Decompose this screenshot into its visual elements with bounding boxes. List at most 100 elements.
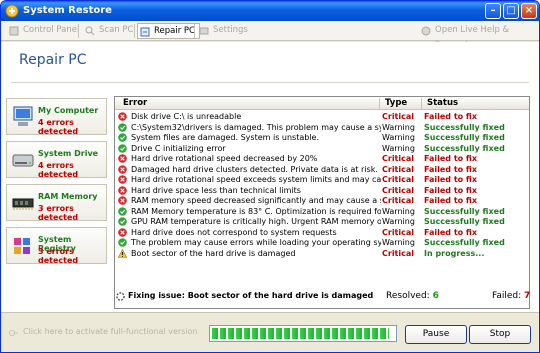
toolbar-repair-pc-label: Repair PC (154, 26, 195, 36)
row-status: Successfully fixed (424, 217, 505, 226)
toolbar-control-panel[interactable]: Control Panel (7, 23, 79, 39)
table-row[interactable]: Drive C initializing error Warning Success… (115, 143, 529, 154)
table-row[interactable]: The problem may cause errors while loadi… (115, 237, 529, 248)
category-my-computer[interactable]: My Computer 4 errors detected (6, 98, 107, 136)
failed-label: Failed: (492, 291, 522, 301)
spinner-icon (116, 292, 125, 301)
progress-fill (212, 328, 389, 339)
category-errors: 4 errors detected (38, 161, 79, 179)
check-icon (118, 143, 127, 153)
category-errors: 3 errors detected (38, 204, 79, 222)
check-icon (118, 217, 127, 226)
title-bar[interactable]: System Restore – □ × (1, 1, 539, 21)
pause-button[interactable]: Pause (405, 325, 467, 344)
row-status: Failed to fix (424, 196, 478, 205)
table-row[interactable]: C:\System32\drivers is damaged. This pro… (115, 122, 529, 133)
ram-icon (12, 198, 34, 210)
error-icon (118, 196, 127, 205)
toolbar-repair-pc[interactable]: Repair PC (137, 23, 200, 39)
row-status: Failed to fix (424, 185, 478, 195)
table-row[interactable]: Hard drive space less than technical lim… (115, 185, 529, 196)
table-row[interactable]: Hard drive does not correspond to system… (115, 227, 529, 238)
toolbar: Control Panel Scan PC Repair PC Settings… (1, 21, 539, 50)
table-row[interactable]: Boot sector of the hard drive is damaged… (115, 248, 529, 259)
table-row[interactable]: RAM Memory temperature is 83° C. Optimiz… (115, 206, 529, 217)
toolbar-help[interactable]: Open Live Help & Support (419, 23, 539, 50)
category-errors: 4 errors detected (38, 118, 79, 136)
bottom-bar: Click here to activate full-functional v… (1, 312, 539, 352)
row-error-text: Damaged hard drive clusters detected. Pr… (131, 164, 381, 174)
error-icon (118, 175, 127, 184)
app-icon (5, 4, 19, 18)
column-error[interactable]: Error (123, 98, 147, 108)
category-errors: 3 errors detected (38, 247, 79, 265)
table-row[interactable]: Hard drive rotational speed exceeds syst… (115, 174, 529, 185)
resolved-count: Resolved: 6 (386, 291, 439, 301)
row-type: Critical (382, 185, 415, 195)
failed-value: 7 (524, 291, 531, 301)
table-row[interactable]: GPU RAM temperature is critically high. … (115, 216, 529, 227)
row-status: Successfully fixed (424, 143, 505, 153)
row-error-text: GPU RAM temperature is critically high. … (131, 217, 381, 226)
hard-drive-icon (12, 154, 34, 167)
divider (11, 82, 529, 83)
help-icon (421, 26, 431, 36)
resolved-label: Resolved: (386, 291, 430, 301)
system-restore-window: System Restore – □ × Control Panel Scan … (0, 0, 540, 353)
table-row[interactable]: Disk drive C:\ is unreadable Critical Fail… (115, 111, 529, 122)
computer-icon (13, 106, 33, 126)
row-error-text: Hard drive rotational speed decreased by… (131, 154, 318, 163)
row-status: In progress... (424, 248, 485, 258)
row-error-text: The problem may cause errors while loadi… (131, 238, 381, 247)
errors-table: Error Type Status Disk drive C:\ is unre… (114, 96, 530, 309)
main-content: Repair PC My Computer 4 errors detected … (1, 42, 539, 312)
minimize-button[interactable]: – (485, 3, 501, 19)
toolbar-scan-pc[interactable]: Scan PC (83, 23, 133, 39)
row-type: Warning (382, 133, 415, 142)
row-error-text: Disk drive C:\ is unreadable (131, 112, 242, 121)
row-error-text: RAM Memory temperature is 83° C. Optimiz… (131, 206, 381, 216)
error-icon (118, 112, 127, 121)
toolbar-settings[interactable]: Settings (197, 23, 248, 39)
row-type: Warning (382, 122, 415, 132)
row-error-text: C:\System32\drivers is damaged. This pro… (131, 122, 381, 132)
row-type: Warning (382, 217, 415, 226)
table-row[interactable]: RAM memory speed decreased significantly… (115, 195, 529, 206)
warning-icon (118, 248, 127, 258)
stop-button[interactable]: Stop (469, 325, 531, 344)
category-system-drive[interactable]: System Drive 4 errors detected (6, 141, 107, 179)
row-error-text: Hard drive does not correspond to system… (131, 227, 337, 237)
column-type[interactable]: Type (385, 98, 407, 108)
row-status: Successfully fixed (424, 238, 505, 247)
maximize-button[interactable]: □ (503, 3, 519, 19)
error-icon (118, 185, 127, 195)
toolbar-scan-pc-label: Scan PC (99, 25, 134, 35)
category-name: RAM Memory (38, 192, 98, 201)
window-title: System Restore (23, 5, 112, 16)
activate-text: Click here to activate full-functional v… (23, 327, 198, 336)
table-row[interactable]: Hard drive rotational speed decreased by… (115, 153, 529, 164)
row-type: Critical (382, 227, 415, 237)
column-separator (421, 98, 422, 109)
error-icon (118, 164, 127, 174)
toolbar-separator (134, 24, 135, 38)
activate-link[interactable]: Click here to activate full-functional v… (9, 327, 198, 336)
close-button[interactable]: × (521, 3, 537, 19)
row-status: Failed to fix (424, 227, 478, 237)
category-system-registry[interactable]: System Registry 3 errors detected (6, 227, 107, 265)
table-row[interactable]: Damaged hard drive clusters detected. Pr… (115, 164, 529, 175)
row-status: Successfully fixed (424, 122, 505, 132)
fixing-text: Fixing issue: Boot sector of the hard dr… (128, 291, 374, 300)
row-type: Critical (382, 164, 415, 174)
error-icon (118, 227, 127, 237)
toolbar-separator (78, 24, 79, 38)
column-status[interactable]: Status (427, 98, 458, 108)
table-row[interactable]: System files are damaged. System is unst… (115, 132, 529, 143)
category-ram-memory[interactable]: RAM Memory 3 errors detected (6, 184, 107, 222)
row-type: Critical (382, 196, 415, 205)
toolbar-control-panel-label: Control Panel (23, 25, 80, 35)
registry-icon (14, 238, 30, 254)
row-type: Critical (382, 154, 415, 163)
page-title: Repair PC (19, 52, 87, 68)
key-icon (9, 330, 18, 336)
